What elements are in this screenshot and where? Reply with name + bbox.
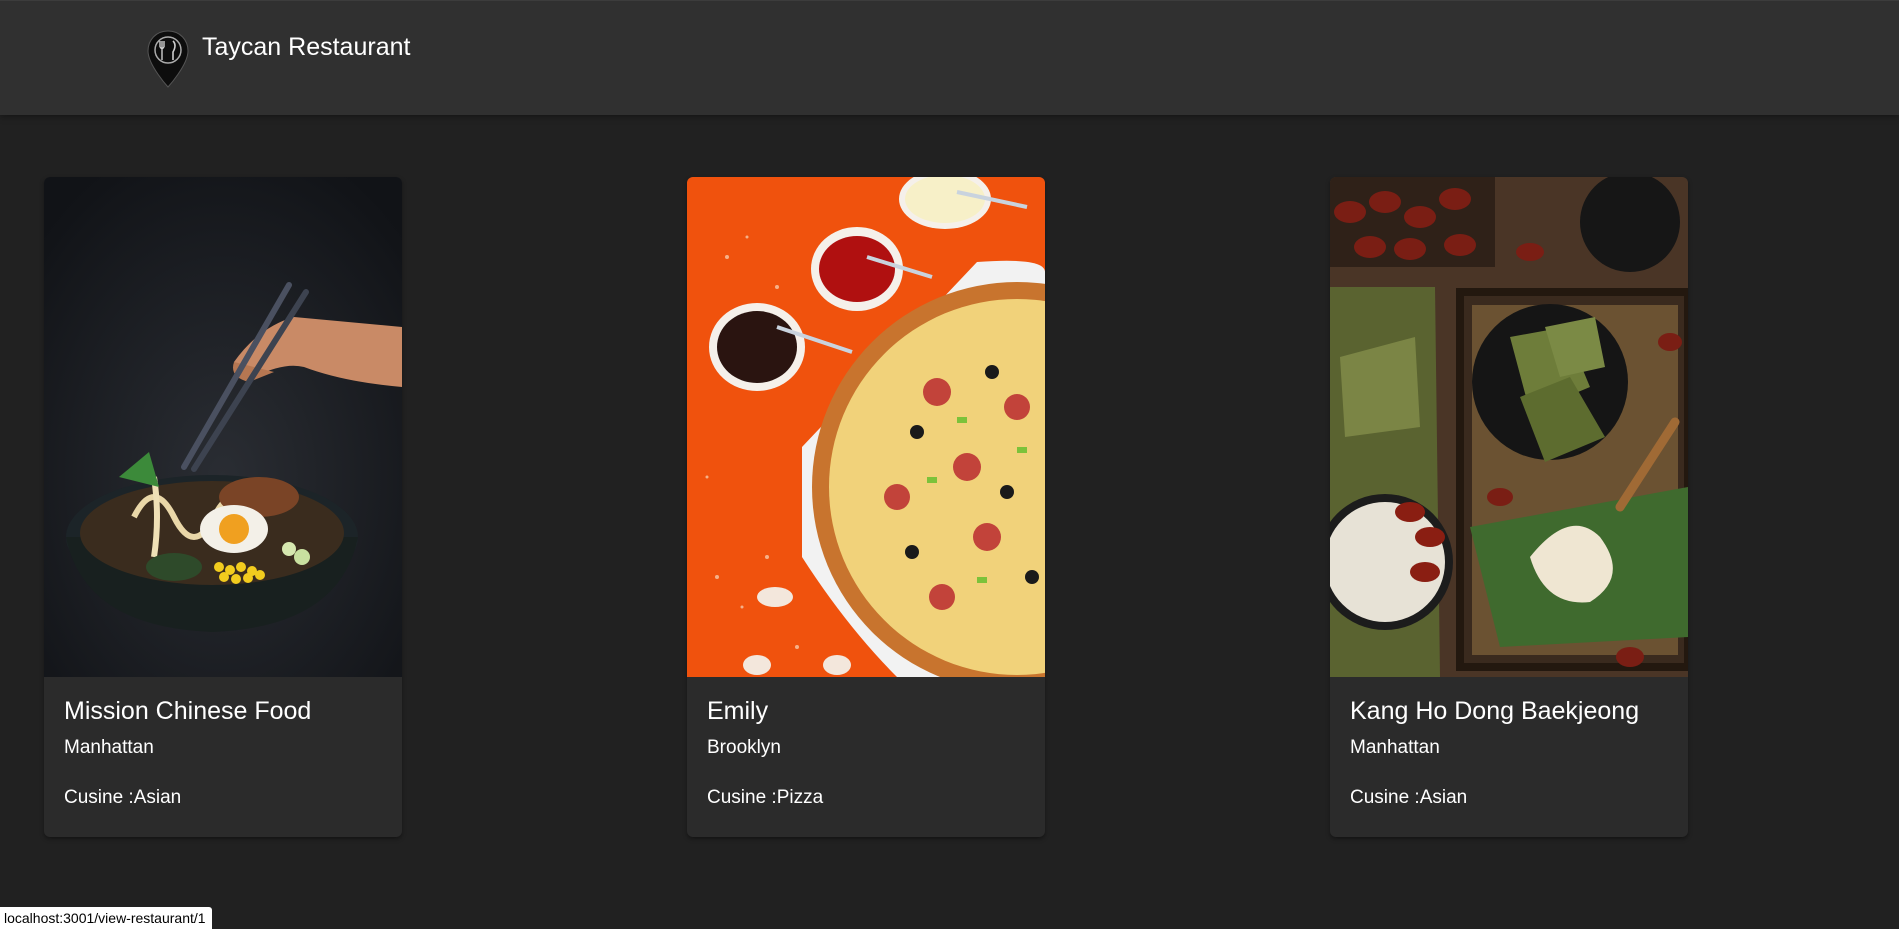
cuisine-label: Cusine : <box>1350 787 1420 808</box>
cuisine-label: Cusine : <box>64 787 134 808</box>
app-navbar: Taycan Restaurant <box>0 0 1899 115</box>
cuisine-value: Asian <box>1419 787 1468 808</box>
restaurant-card[interactable]: Kang Ho Dong Baekjeong Manhattan Cusine … <box>1330 177 1688 837</box>
restaurant-image-ramen <box>44 177 402 677</box>
restaurant-cuisine: Cusine :Asian <box>1350 785 1668 811</box>
cuisine-value: Asian <box>133 787 182 808</box>
restaurant-neighborhood: Brooklyn <box>707 737 781 758</box>
restaurant-card[interactable]: Mission Chinese Food Manhattan Cusine :A… <box>44 177 402 837</box>
restaurant-image-pizza <box>687 177 1045 677</box>
restaurant-cuisine: Cusine :Asian <box>64 785 382 811</box>
location-pin-utensils-icon <box>147 30 189 88</box>
brand-link[interactable]: Taycan Restaurant <box>146 29 410 89</box>
restaurant-card[interactable]: Emily Brooklyn Cusine :Pizza <box>687 177 1045 837</box>
restaurant-neighborhood: Manhattan <box>64 737 154 758</box>
restaurant-name: Emily <box>707 697 769 725</box>
restaurant-name: Mission Chinese Food <box>64 697 312 725</box>
restaurant-image-zongzi <box>1330 177 1688 677</box>
cuisine-value: Pizza <box>776 787 824 808</box>
restaurant-cuisine: Cusine :Pizza <box>707 785 1025 811</box>
app-title: Taycan Restaurant <box>202 33 411 61</box>
cuisine-label: Cusine : <box>707 787 777 808</box>
status-bar-url: localhost:3001/view-restaurant/1 <box>0 907 212 929</box>
restaurant-name: Kang Ho Dong Baekjeong <box>1350 697 1640 725</box>
restaurant-neighborhood: Manhattan <box>1350 737 1440 758</box>
